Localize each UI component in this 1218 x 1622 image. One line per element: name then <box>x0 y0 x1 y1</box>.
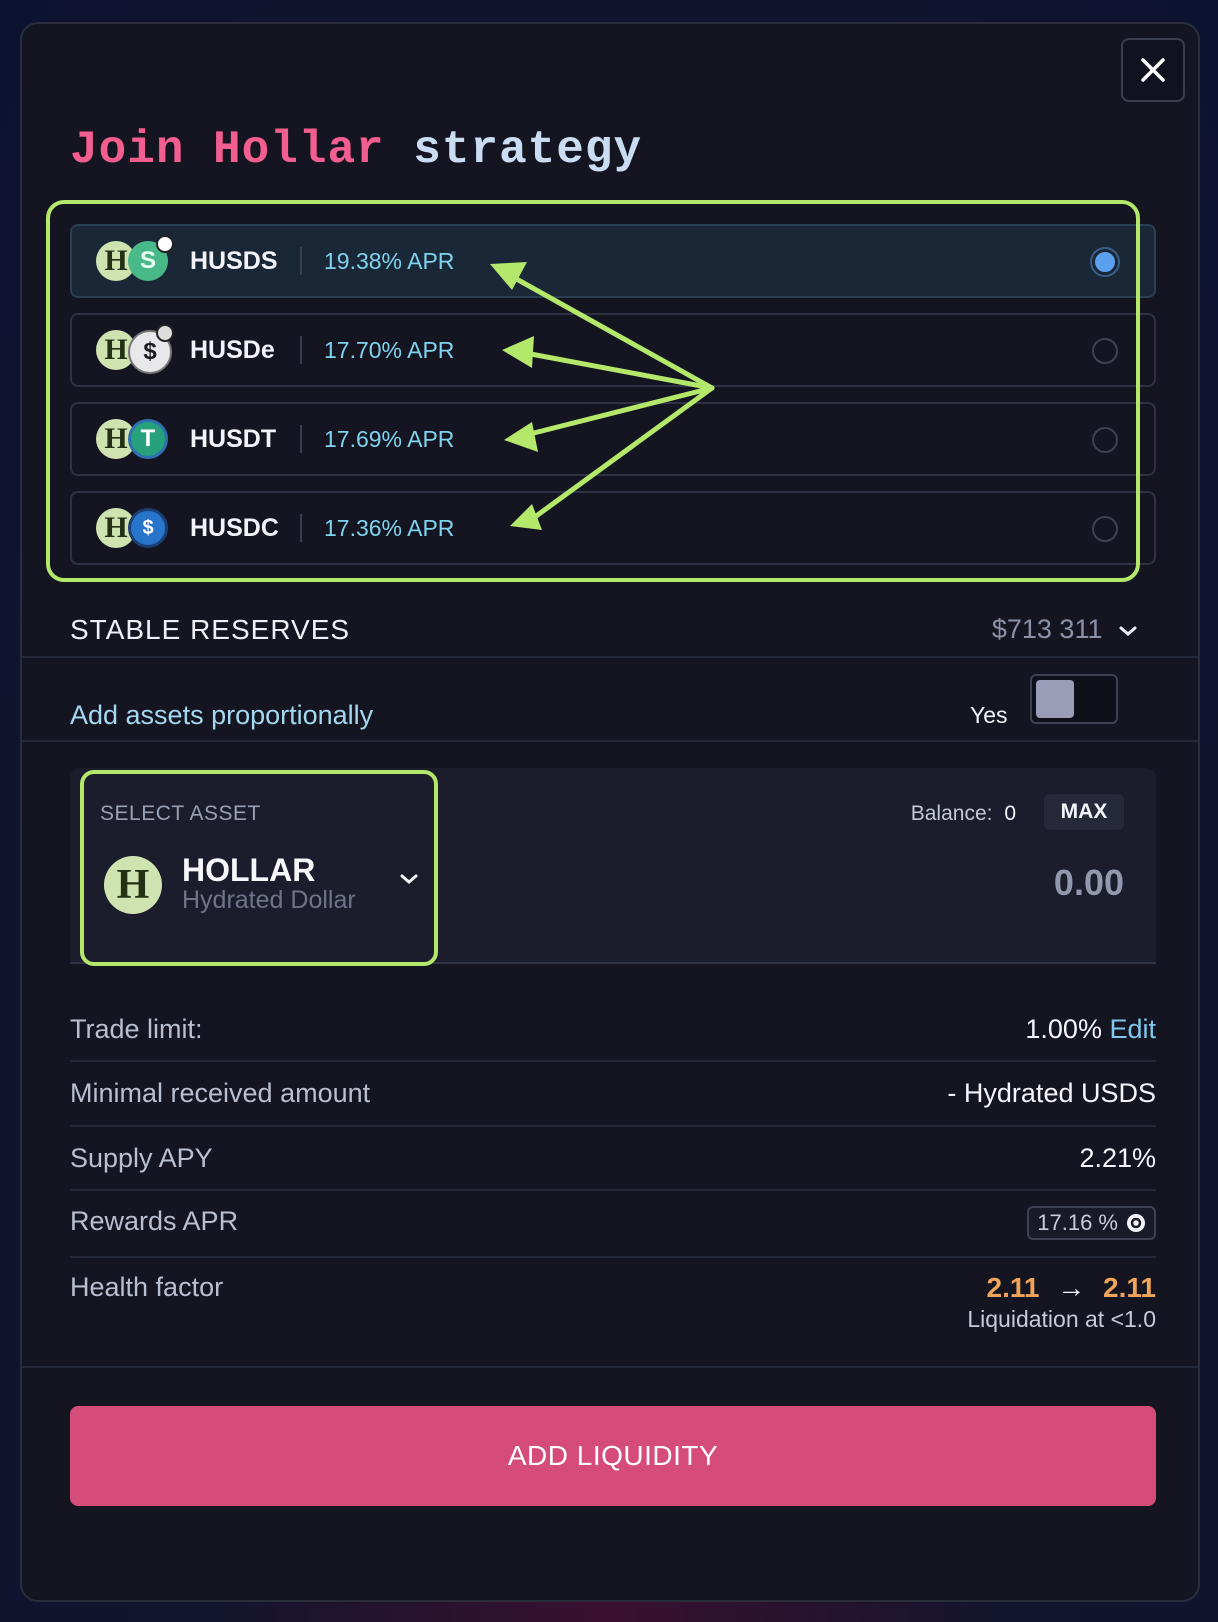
proportional-toggle[interactable] <box>1030 674 1118 724</box>
asset-symbol: HOLLAR <box>182 852 316 888</box>
strategy-radio-husdc[interactable] <box>1092 516 1118 542</box>
toggle-state-label: Yes <box>970 702 1008 728</box>
husdt-token-icon: H T <box>96 417 172 461</box>
asset-full-name: Hydrated Dollar <box>182 886 356 914</box>
hollar-token-icon: H <box>104 856 162 914</box>
strategy-option-husdc[interactable]: H $ HUSDC 17.36% APR <box>70 491 1156 565</box>
max-button[interactable]: MAX <box>1044 794 1124 830</box>
asset-input-panel: SELECT ASSET Balance: 0 MAX H HOLLAR Hyd… <box>70 768 1156 964</box>
modal-title: Join Hollar strategy <box>70 124 643 176</box>
chevron-down-icon <box>1119 626 1137 636</box>
husde-token-icon: H $ <box>96 324 174 374</box>
stable-reserves-value[interactable]: $713 311 <box>992 614 1138 645</box>
join-strategy-modal: Join Hollar strategy H S HUSDS 19.38% AP… <box>20 22 1200 1602</box>
health-factor-row: Health factor 2.11 → 2.11 Liquidation at… <box>70 1272 1156 1332</box>
min-received-row: Minimal received amount - Hydrated USDS <box>70 1078 1156 1108</box>
stable-reserves-label: STABLE RESERVES <box>70 614 351 645</box>
chevron-down-icon <box>400 874 418 884</box>
add-proportionally-label: Add assets proportionally <box>70 700 374 730</box>
balance-display: Balance: 0 <box>910 802 1016 825</box>
rewards-apr-badge[interactable]: 17.16 % <box>1027 1206 1156 1240</box>
strategy-radio-husdt[interactable] <box>1092 427 1118 453</box>
strategy-option-husdt[interactable]: H T HUSDT 17.69% APR <box>70 402 1156 476</box>
close-button[interactable] <box>1121 38 1185 102</box>
husds-token-icon: H S <box>96 235 174 283</box>
reward-token-icon <box>1127 1214 1145 1232</box>
rewards-apr-row: Rewards APR 17.16 % <box>70 1206 1156 1240</box>
amount-input[interactable]: 0.00 <box>1054 862 1124 904</box>
select-asset-label: SELECT ASSET <box>100 802 261 825</box>
arrow-right-icon: → <box>1057 1272 1086 1303</box>
strategy-option-husde[interactable]: H $ HUSDe 17.70% APR <box>70 313 1156 387</box>
add-liquidity-button[interactable]: ADD LIQUIDITY <box>70 1406 1156 1506</box>
strategy-radio-husds[interactable] <box>1092 249 1118 275</box>
trade-limit-row: Trade limit: 1.00% Edit <box>70 1014 1156 1044</box>
strategy-option-husds[interactable]: H S HUSDS 19.38% APR <box>70 224 1156 298</box>
strategy-radio-husde[interactable] <box>1092 338 1118 364</box>
close-icon <box>1141 58 1165 82</box>
edit-trade-limit-link[interactable]: Edit <box>1109 1014 1156 1044</box>
husdc-token-icon: H $ <box>96 506 172 550</box>
supply-apy-row: Supply APY 2.21% <box>70 1143 1156 1173</box>
